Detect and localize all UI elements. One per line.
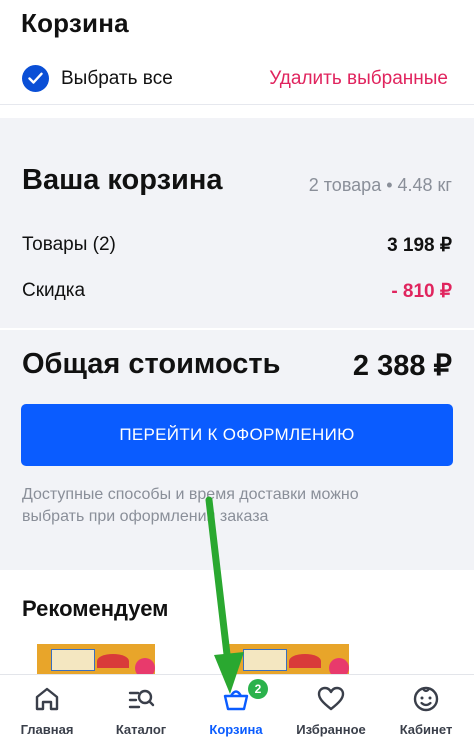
bottom-tab-bar: Главная Каталог 2 Корзина Избранное Каби… (0, 674, 474, 741)
tab-label: Главная (20, 722, 74, 737)
select-all-checkbox[interactable] (22, 65, 49, 92)
items-value: 3 198 ₽ (387, 235, 452, 256)
cart-count-badge: 2 (248, 679, 268, 699)
catalog-search-icon (128, 689, 155, 709)
tab-label: Кабинет (399, 722, 453, 737)
cart-summary: Ваша корзина 2 товара • 4.48 кг Товары (… (0, 118, 474, 570)
profile-face-icon (413, 686, 439, 712)
page-title: Корзина (21, 8, 129, 38)
total-value: 2 388 ₽ (352, 350, 452, 382)
delete-selected-button[interactable]: Удалить выбранные (269, 68, 448, 90)
product-badge-graphic (329, 658, 349, 674)
product-badge-graphic (135, 658, 155, 674)
tab-favorites[interactable]: Избранное (284, 675, 378, 741)
checkout-button[interactable]: ПЕРЕЙТИ К ОФОРМЛЕНИЮ (21, 404, 453, 466)
discount-value: - 810 ₽ (391, 281, 452, 302)
select-all-label[interactable]: Выбрать все (61, 68, 173, 90)
selection-bar: Выбрать все Удалить выбранные (0, 52, 474, 105)
tab-cart[interactable]: 2 Корзина (189, 675, 283, 741)
recommended-product-image[interactable] (229, 644, 349, 674)
product-box-graphic (243, 649, 287, 671)
summary-divider (0, 328, 474, 330)
home-icon (35, 687, 59, 711)
tab-catalog[interactable]: Каталог (94, 675, 188, 741)
product-label-graphic (289, 654, 321, 668)
cart-meta: 2 товара • 4.48 кг (308, 175, 452, 195)
recommended-product-image[interactable] (37, 644, 155, 674)
product-label-graphic (97, 654, 129, 668)
tab-account[interactable]: Кабинет (379, 675, 473, 741)
delivery-note: Доступные способы и время доставки можно… (22, 486, 359, 525)
total-label: Общая стоимость (22, 348, 281, 380)
cart-summary-title: Ваша корзина (22, 164, 223, 196)
heart-icon (317, 686, 345, 711)
product-box-graphic (51, 649, 95, 671)
basket-icon (223, 690, 249, 711)
tab-label: Избранное (296, 722, 366, 737)
checkmark-icon (28, 72, 43, 84)
discount-label: Скидка (22, 280, 86, 301)
app-header: Корзина (0, 0, 474, 52)
tab-label: Каталог (115, 722, 167, 737)
recommend-title: Рекомендуем (22, 596, 169, 621)
items-label: Товары (2) (22, 234, 116, 255)
tab-home[interactable]: Главная (0, 675, 94, 741)
tab-label: Корзина (209, 722, 263, 737)
